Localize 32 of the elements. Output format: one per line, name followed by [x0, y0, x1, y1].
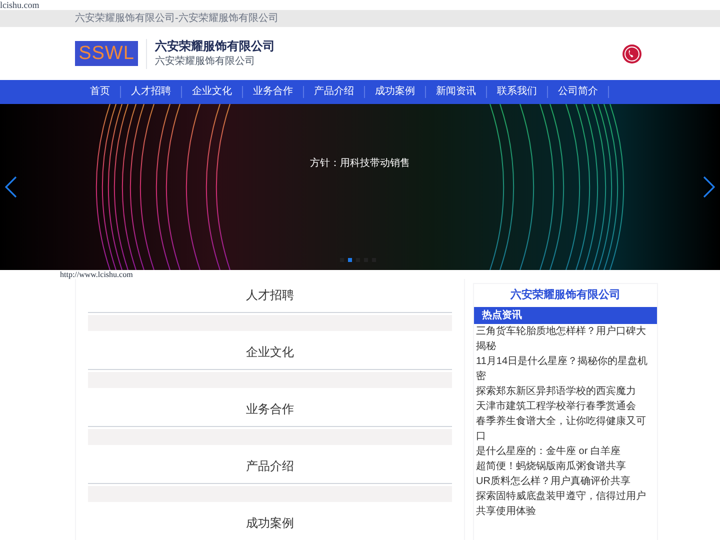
section-title: 成功案例	[88, 507, 452, 540]
section-title: 企业文化	[88, 336, 452, 370]
nav-link[interactable]: 产品介绍	[304, 87, 364, 97]
nav-link[interactable]: 成功案例	[365, 87, 425, 97]
nav-link[interactable]: 新闻资讯	[426, 87, 486, 97]
section-heading: 热点资讯	[474, 306, 657, 324]
breadcrumb-text: 六安荣耀服饰有限公司-六安荣耀服饰有限公司	[75, 14, 278, 24]
site-url-text: lcishu.com	[0, 0, 40, 10]
phone-icon	[622, 44, 642, 64]
section-title: 业务合作	[88, 393, 452, 427]
nav-link[interactable]: 企业文化	[182, 87, 242, 97]
news-link[interactable]: 春季养生食谱大全，让你吃得健康又可口	[474, 414, 657, 444]
news-link[interactable]: 天津市建筑工程学校举行春季赏通会	[474, 398, 657, 414]
company-name: 六安荣耀服饰有限公司	[155, 38, 275, 54]
news-link[interactable]: 探索郑东新区异邦语学校的西宾魔力	[474, 384, 657, 398]
section-title: 人才招聘	[88, 279, 452, 313]
nav-link[interactable]: 首页	[80, 87, 120, 97]
news-link[interactable]: 三角货车轮胎质地怎样样？用户口碑大揭秘	[474, 324, 657, 354]
nav-link[interactable]: 公司简介	[548, 87, 608, 97]
banner-caption: 方针：用科技带动销售	[309, 156, 411, 171]
site-url-text: http://www.lcishu.com	[60, 270, 133, 279]
news-link[interactable]: UR质料怎么样？用户真确评价共享	[474, 474, 657, 488]
company-subtitle: 六安荣耀服饰有限公司	[155, 56, 256, 68]
nav-link[interactable]: 联系我们	[487, 87, 547, 97]
section-title: 产品介绍	[88, 450, 452, 484]
nav-link[interactable]: 人才招聘	[121, 87, 181, 97]
news-link[interactable]: 超简便！蚂烧锅版南瓜粥食谱共享	[474, 458, 657, 474]
news-link[interactable]: 是什么星座的：金牛座 or 白羊座	[474, 444, 657, 458]
nav-link[interactable]: 业务合作	[243, 87, 303, 97]
news-link[interactable]: 探索固特威底盘装甲遵守，信得过用户共享使用体验	[474, 488, 657, 518]
news-link[interactable]: 11月14日是什么星座？揭秘你的星盘机密	[474, 354, 657, 384]
sidebar-title: 六安荣耀服饰有限公司	[509, 288, 622, 303]
